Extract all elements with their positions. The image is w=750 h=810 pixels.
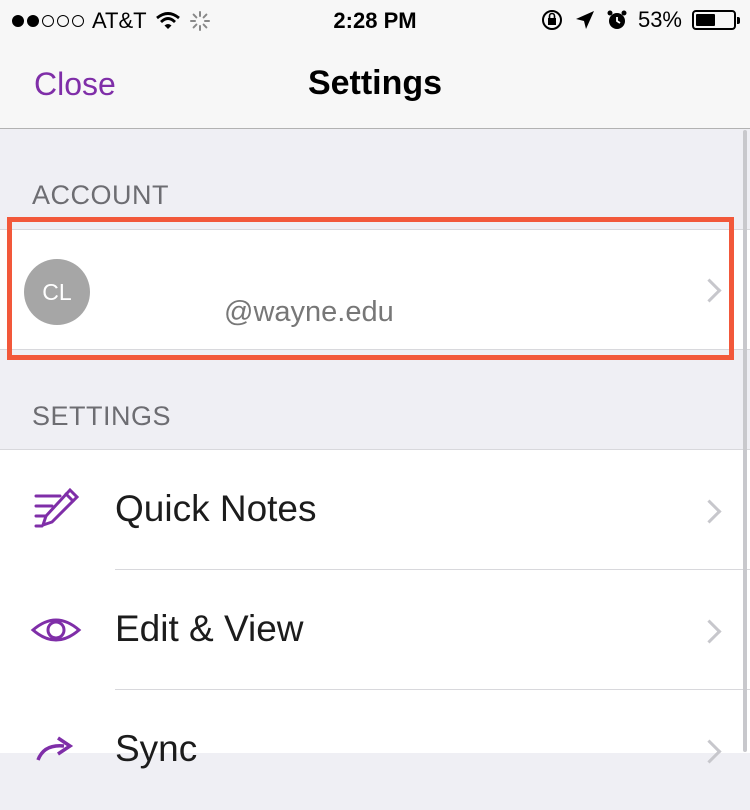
settings-section-header: SETTINGS: [32, 401, 172, 431]
page-title: Settings: [307, 64, 443, 102]
chevron-right-icon: [697, 619, 722, 644]
rotation-lock-icon: [541, 10, 562, 30]
battery-fill: [696, 14, 716, 26]
settings-item-label: Quick Notes: [115, 488, 317, 529]
chevron-right-icon: [697, 278, 722, 303]
battery-icon: [692, 10, 740, 30]
settings-item-sync[interactable]: Sync: [0, 690, 750, 810]
chevron-right-icon: [697, 499, 722, 524]
account-email: @wayne.edu: [224, 296, 394, 328]
scrollbar[interactable]: [743, 130, 747, 752]
account-row[interactable]: CL @wayne.edu: [0, 229, 750, 350]
navigation-bar: Close Settings: [0, 40, 750, 129]
pencil-lines-icon: [34, 487, 80, 528]
alarm-clock-icon: [607, 10, 627, 29]
eye-icon: [30, 618, 82, 642]
status-bar: AT&T 2:28 PM 53%: [0, 0, 750, 40]
avatar: CL: [24, 259, 90, 325]
redacted-account-name: [110, 238, 340, 278]
status-right: 53%: [540, 7, 740, 33]
account-section-header: ACCOUNT: [32, 180, 169, 210]
settings-item-edit-view[interactable]: Edit & View: [0, 570, 750, 690]
settings-item-label: Sync: [115, 728, 198, 769]
settings-item-label: Edit & View: [115, 608, 304, 649]
location-arrow-icon: [575, 11, 594, 29]
battery-percent: 53%: [637, 7, 682, 32]
settings-list: Quick Notes Edit & View Sync: [0, 449, 750, 769]
settings-item-quick-notes[interactable]: Quick Notes: [0, 450, 750, 570]
sync-arrow-icon: [36, 736, 74, 761]
battery-cap: [737, 17, 740, 24]
